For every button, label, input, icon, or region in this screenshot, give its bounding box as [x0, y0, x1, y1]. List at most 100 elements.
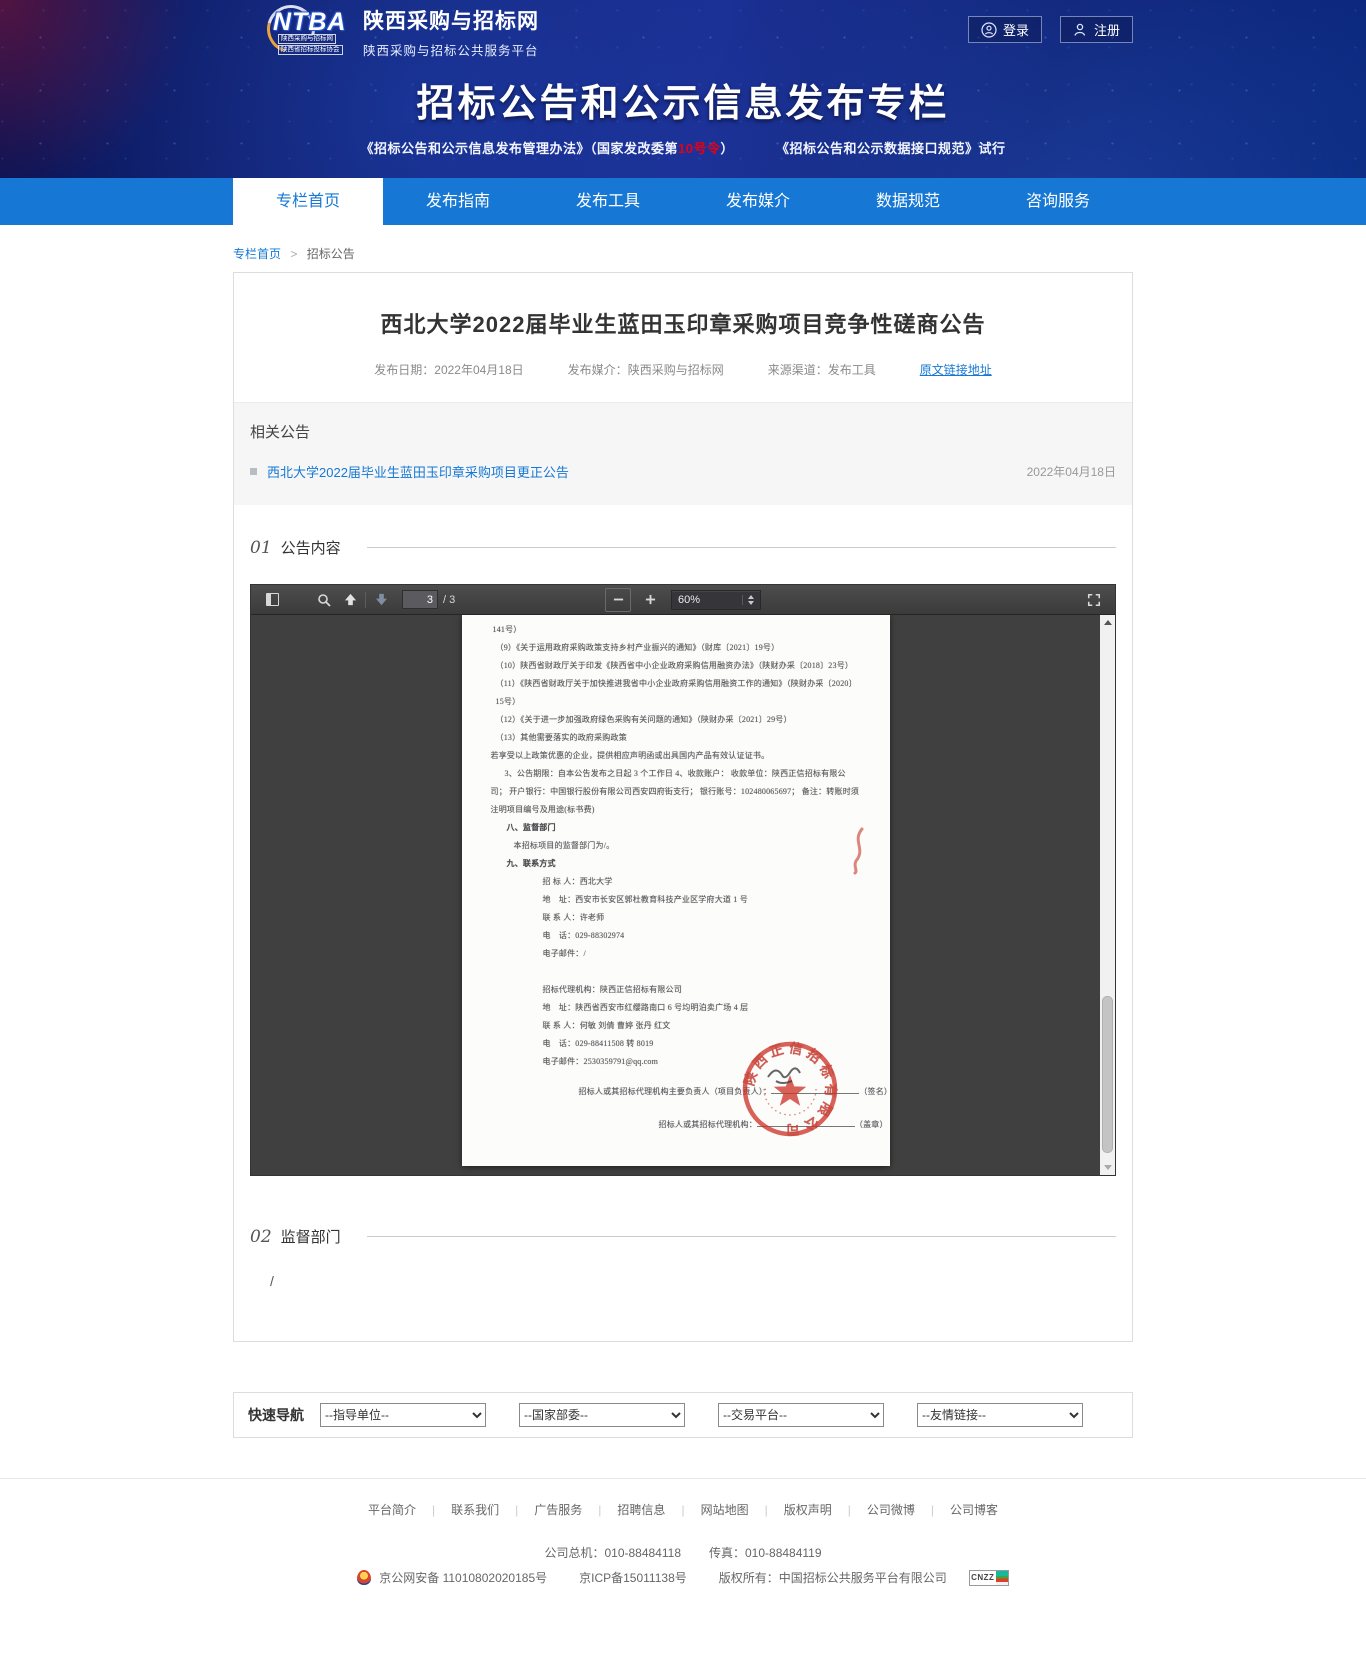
quick-nav-select[interactable]: --友情链接--	[917, 1403, 1083, 1427]
pdf-toolbar: / 3 60%	[251, 585, 1115, 615]
article-meta-item: 来源渠道：发布工具	[768, 361, 876, 378]
register-button[interactable]: 注册	[1060, 16, 1133, 43]
notice-text-2: ）	[720, 141, 734, 156]
scrollbar-thumb[interactable]	[1102, 996, 1113, 1153]
sidebar-toggle-icon	[266, 593, 279, 606]
red-mark-icon	[848, 827, 870, 875]
article-card: 西北大学2022届毕业生蓝田玉印章采购项目竞争性磋商公告 发布日期：2022年0…	[233, 272, 1133, 1342]
footer-link[interactable]: 版权声明	[749, 1501, 832, 1518]
site-name: 陕西采购与招标网	[363, 5, 539, 35]
police-registration[interactable]: 京公网安备 11010802020185号	[379, 1569, 547, 1586]
zoom-level-value: 60%	[678, 594, 700, 606]
zoom-in-button[interactable]	[637, 588, 663, 612]
page-root: NTBA 陕西采购与招标网 陕西省招标投标协会 陕西采购与招标网 陕西采购与招标…	[0, 0, 1366, 1666]
section-rule	[367, 547, 1116, 548]
minus-icon	[613, 594, 624, 605]
pdf-viewer: / 3 60%	[250, 584, 1116, 1176]
breadcrumb: 专栏首页 > 招标公告	[233, 225, 1133, 272]
login-button[interactable]: 登录	[968, 16, 1042, 43]
breadcrumb-current: 招标公告	[307, 247, 355, 261]
pdf-scrollbar	[1100, 615, 1115, 1175]
nav-tab[interactable]: 咨询服务	[983, 178, 1133, 225]
pdf-text-line: （9）《关于运用政府采购政策支持乡村产业振兴的通知》（财库〔2021〕19号）	[491, 639, 861, 657]
related-item-date: 2022年04月18日	[1027, 463, 1116, 480]
page-down-button[interactable]	[368, 588, 394, 612]
footer-links: 平台简介 联系我们 广告服务 招聘信息 网站地图 版权声明 公司微博 公司博客	[0, 1501, 1366, 1518]
sidebar-toggle-button[interactable]	[259, 588, 285, 612]
banner-title: 招标公告和公示信息发布专栏	[233, 72, 1133, 127]
section-2-number: 02	[250, 1227, 272, 1247]
pdf-text-line: 地 址：陕西省西安市红缨路南口 6 号均明泊卖广场 4 层	[491, 999, 861, 1017]
cnzz-stripes-icon	[996, 1571, 1008, 1585]
pdf-text-line: 141号）	[491, 621, 861, 639]
pdf-text-line: 招标代理机构：陕西正信招标有限公司	[491, 981, 861, 999]
pdf-text-lines: 141号） （9）《关于运用政府采购政策支持乡村产业振兴的通知》（财库〔2021…	[491, 621, 861, 1071]
footer-link[interactable]: 联系我们	[416, 1501, 499, 1518]
register-user-icon	[1073, 22, 1088, 38]
notice-text-1: 《招标公告和公示信息发布管理办法》（国家发改委第	[360, 141, 678, 156]
scroll-down-arrow[interactable]	[1100, 1160, 1115, 1175]
pdf-text-line	[491, 963, 861, 981]
footer-link[interactable]: 网站地图	[665, 1501, 748, 1518]
icp-registration[interactable]: 京ICP备15011138号	[579, 1569, 687, 1586]
scroll-up-arrow[interactable]	[1100, 615, 1115, 630]
zoom-stepper-icon	[742, 595, 754, 605]
pdf-page: 141号） （9）《关于运用政府采购政策支持乡村产业振兴的通知》（财库〔2021…	[462, 615, 890, 1166]
footer-link[interactable]: 广告服务	[499, 1501, 582, 1518]
origin-link[interactable]: 原文链接地址	[920, 361, 992, 378]
page-total-label: / 3	[443, 594, 455, 606]
nav-tab[interactable]: 发布指南	[383, 178, 533, 225]
logo-subline-2: 陕西省招标投标协会	[278, 45, 343, 55]
footer-fax: 传真：010-88484119	[709, 1546, 822, 1560]
article-meta-item: 发布日期：2022年04月18日	[374, 361, 523, 378]
login-user-icon	[981, 22, 997, 38]
company-seal: 陕西正信招标有限公司	[740, 1037, 840, 1141]
footer-link[interactable]: 公司微博	[832, 1501, 915, 1518]
logo-badge-icon: NTBA 陕西采购与招标网 陕西省招标投标协会	[251, 4, 355, 60]
section-1-title: 公告内容	[281, 537, 341, 558]
notice-text-3: 《招标公告和公示数据接口规范》试行	[776, 141, 1006, 156]
pdf-text-line: 招 标 人：西北大学	[491, 873, 861, 891]
nav-tab[interactable]: 专栏首页	[233, 178, 383, 232]
cnzz-badge[interactable]: CNZZ	[969, 1570, 1009, 1586]
footer-contact: 公司总机：010-88484118传真：010-88484119	[0, 1544, 1366, 1561]
footer-link[interactable]: 公司博客	[915, 1501, 998, 1518]
zoom-out-button[interactable]	[605, 588, 631, 612]
pdf-text-line: （11）《陕西省财政厅关于加快推进我省中小企业政府采购信用融资工作的通知》（陕财…	[491, 675, 861, 711]
pdf-text-line: 电子邮件：/	[491, 945, 861, 963]
nav-tab[interactable]: 发布媒介	[683, 178, 833, 225]
logo-subline-1: 陕西采购与招标网	[278, 34, 336, 44]
register-label: 注册	[1094, 20, 1120, 39]
pdf-text-line: 电 话：029-88302974	[491, 927, 861, 945]
article-meta-list: 发布日期：2022年04月18日 发布媒介：陕西采购与招标网 来源渠道：发布工具	[374, 361, 875, 378]
quick-nav-bar: 快速导航 --指导单位-- --国家部委-- --交易平台-- --友情链接--	[233, 1392, 1133, 1438]
pdf-text-line: 联 系 人：许老师	[491, 909, 861, 927]
article-meta-item: 发布媒介：陕西采购与招标网	[568, 361, 724, 378]
quick-nav-select[interactable]: --指导单位--	[320, 1403, 486, 1427]
quick-nav-select[interactable]: --国家部委--	[519, 1403, 685, 1427]
article-title: 西北大学2022届毕业生蓝田玉印章采购项目竞争性磋商公告	[234, 307, 1132, 339]
page-up-button[interactable]	[337, 588, 363, 612]
pdf-search-button[interactable]	[311, 588, 337, 612]
supervision-content: /	[270, 1273, 1132, 1289]
expand-icon	[1087, 593, 1101, 607]
police-badge-icon	[357, 1570, 371, 1585]
related-item-link[interactable]: 西北大学2022届毕业生蓝田玉印章采购项目更正公告	[267, 462, 569, 481]
plus-icon	[645, 594, 656, 605]
quick-nav-select[interactable]: --交易平台--	[718, 1403, 884, 1427]
pdf-text-line: 八、监督部门	[491, 819, 861, 837]
fullscreen-button[interactable]	[1081, 588, 1107, 612]
footer-link[interactable]: 平台简介	[368, 1501, 416, 1518]
footer-link[interactable]: 招聘信息	[582, 1501, 665, 1518]
zoom-level-select[interactable]: 60%	[671, 590, 761, 610]
notice-red-text: 10号令	[678, 141, 720, 156]
site-logo[interactable]: NTBA 陕西采购与招标网 陕西省招标投标协会 陕西采购与招标网 陕西采购与招标…	[251, 4, 539, 60]
breadcrumb-home-link[interactable]: 专栏首页	[233, 247, 281, 261]
page-number-input[interactable]	[402, 590, 438, 609]
pdf-text-line: （10）陕西省财政厅关于印发《陕西省中小企业政府采购信用融资办法》（陕财办采〔2…	[491, 657, 861, 675]
nav-tab[interactable]: 发布工具	[533, 178, 683, 225]
login-label: 登录	[1003, 20, 1029, 39]
nav-tab[interactable]: 数据规范	[833, 178, 983, 225]
footer: 平台简介 联系我们 广告服务 招聘信息 网站地图 版权声明 公司微博 公司博客 …	[0, 1478, 1366, 1666]
pdf-text-line: 3、公告期限：自本公告发布之日起 3 个工作日 4、收款账户： 收款单位：陕西正…	[491, 765, 861, 819]
